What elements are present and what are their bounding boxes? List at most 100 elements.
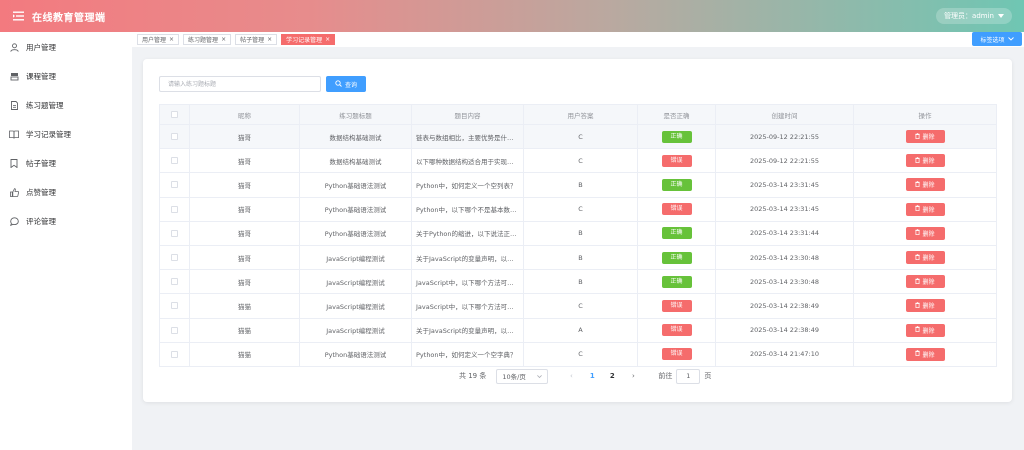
close-icon[interactable]: × [221,36,226,43]
row-checkbox[interactable] [159,172,190,198]
sidebar-item-learning-records[interactable]: 学习记录管理 [0,120,132,149]
delete-button[interactable]: 删除 [905,323,945,337]
delete-button[interactable]: 删除 [905,154,945,168]
correct-status-badge: 错误 [661,348,692,361]
row-checkbox[interactable] [159,318,190,343]
table-row[interactable]: 猫哥 Python基础语法测试 Python中，如何定义一个空列表？ B 正确 2025-… [159,172,997,198]
cell-nickname: 猫哥 [189,245,300,271]
sidebar-item-label: 练习题管理 [26,101,64,110]
sidebar-item-users[interactable]: 用户管理 [0,33,132,62]
cell-actions: 删除 [853,197,997,222]
table-row[interactable]: 猫哥JavaScript编程测试关于JavaScript的变量声明，以下说法正确… [159,245,997,271]
goto-page-input[interactable] [676,368,701,384]
table-row[interactable]: 猫哥 数据结构基础测试 以下哪种数据结构适合用于实现队列？ C 错误 2025-09-12… [159,148,997,174]
correct-status-badge: 错误 [661,203,692,216]
cell-answer: C [523,342,638,367]
row-checkbox[interactable] [159,293,190,319]
delete-button[interactable]: 删除 [905,178,945,192]
cell-created-time: 2025-03-14 22:38:49 [715,293,854,319]
sidebar-item-comments[interactable]: 评论管理 [0,207,132,236]
table-row[interactable]: 猫哥Python基础语法测试关于Python的缩进，以下说法正确的是？B 正确 20… [159,221,997,246]
tab-learning-records[interactable]: 学习记录管理 × [281,34,336,45]
correct-status-badge: 正确 [661,178,692,191]
trash-icon [915,326,921,334]
cell-actions: 删除 [853,269,997,295]
sidebar-item-posts[interactable]: 帖子管理 [0,149,132,178]
row-checkbox[interactable] [159,197,190,222]
cell-correct: 正确 [637,269,716,295]
row-checkbox[interactable] [159,148,190,174]
tab-users[interactable]: 用户管理 × [137,34,180,45]
delete-button[interactable]: 删除 [905,251,945,265]
cell-title: 数据结构基础测试 [299,148,412,174]
tab-exercises[interactable]: 练习题管理 × [183,34,232,45]
cell-actions: 删除 [853,124,997,150]
search-button[interactable]: 查询 [326,76,366,92]
sidebar-item-courses[interactable]: 课程管理 [0,62,132,91]
total-count: 共 19 条 [459,372,487,380]
page-1-button[interactable]: 1 [585,372,599,380]
cell-title: 数据结构基础测试 [299,124,412,150]
cell-title: Python基础语法测试 [299,221,412,246]
trash-icon [915,350,921,358]
correct-status-badge: 错误 [661,299,692,312]
cell-correct: 错误 [637,148,716,174]
cell-nickname: 猫猫 [189,293,300,319]
tab-options-button[interactable]: 标签选项 [972,32,1022,46]
correct-status-badge: 正确 [661,130,692,143]
table-row[interactable]: 猫哥JavaScript编程测试JavaScript中，以下哪个方法可以添加数组… [159,269,997,295]
cell-correct: 错误 [637,197,716,222]
cell-actions: 删除 [853,172,997,198]
column-header: 题目内容 [411,104,524,125]
table-row[interactable]: 猫猫JavaScript编程测试关于JavaScript的变量声明，以下说法正确… [159,318,997,343]
table-row[interactable]: 猫哥 数据结构基础测试 链表与数组相比，主要优势是什么？ C 正确 2025-09-12 … [159,124,997,150]
cell-title: Python基础语法测试 [299,197,412,222]
search-input[interactable] [159,76,321,92]
delete-button[interactable]: 删除 [905,202,945,216]
close-icon[interactable]: × [325,36,330,43]
close-icon[interactable]: × [169,36,174,43]
table-row[interactable]: 猫猫JavaScript编程测试JavaScript中，以下哪个方法可以删除数组… [159,293,997,319]
row-checkbox[interactable] [159,269,190,295]
cell-actions: 删除 [853,148,997,174]
cell-answer: B [523,269,638,295]
close-icon[interactable]: × [267,36,272,43]
delete-button[interactable]: 删除 [905,275,945,289]
cell-nickname: 猫猫 [189,318,300,343]
cell-correct: 错误 [637,342,716,367]
next-page-button[interactable]: › [626,372,640,380]
sidebar-item-likes[interactable]: 点赞管理 [0,178,132,207]
sidebar-item-exercises[interactable]: 练习题管理 [0,91,132,120]
user-menu[interactable]: 管理员：admin [936,8,1012,24]
cell-content: JavaScript中，以下哪个方法可以删除数组元素？ [411,293,524,319]
trash-icon [915,229,921,237]
table-row[interactable]: 猫哥Python基础语法测试Python中，以下哪个不是基本数据类型？C 错误 20… [159,197,997,222]
chevron-down-icon [537,372,543,380]
cell-title: JavaScript编程测试 [299,245,412,271]
prev-page-button[interactable]: ‹ [564,372,578,380]
delete-label: 删除 [922,327,935,335]
delete-button[interactable]: 删除 [905,299,945,313]
row-checkbox[interactable] [159,124,190,150]
table-row[interactable]: 猫猫 Python基础语法测试 Python中，如何定义一个空字典？ C 错误 2025-… [159,342,997,367]
tab-posts[interactable]: 帖子管理 × [235,34,278,45]
delete-button[interactable]: 删除 [905,226,945,240]
row-checkbox[interactable] [159,342,190,367]
column-header: 创建时间 [715,104,854,125]
page-size-select[interactable]: 10条/页 [496,368,549,384]
delete-label: 删除 [922,230,935,238]
delete-button[interactable]: 删除 [905,130,945,144]
menu-toggle-icon[interactable] [12,10,24,22]
pagination: 共 19 条 10条/页 ‹ 1 2 › 前往 页 [459,368,711,384]
delete-button[interactable]: 删除 [905,347,945,361]
page-2-button[interactable]: 2 [605,372,619,380]
row-checkbox[interactable] [159,245,190,271]
cell-correct: 正确 [637,124,716,150]
row-checkbox[interactable] [159,221,190,246]
cell-nickname: 猫猫 [189,342,300,367]
trash-icon [915,301,921,310]
thumb-up-icon [9,188,19,198]
cell-nickname: 猫哥 [189,124,300,150]
select-all-checkbox[interactable] [159,104,190,125]
cell-created-time: 2025-09-12 22:21:55 [715,124,854,150]
